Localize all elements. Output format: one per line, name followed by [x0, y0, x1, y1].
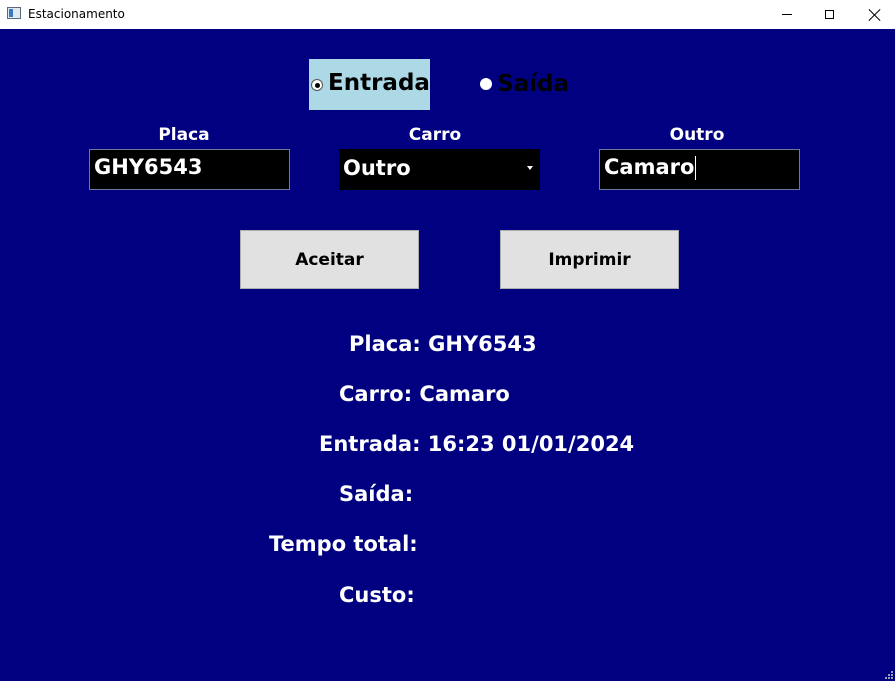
info-entrada: Entrada: 16:23 01/01/2024	[319, 432, 635, 456]
outro-label: Outro	[669, 125, 725, 145]
maximize-button[interactable]	[806, 0, 852, 29]
window-title: Estacionamento	[28, 7, 125, 21]
outro-input[interactable]: Camaro	[599, 149, 800, 190]
info-saida: Saída:	[339, 482, 414, 506]
aceitar-button[interactable]: Aceitar	[240, 230, 419, 289]
outro-input-value: Camaro	[604, 155, 695, 179]
radio-unchecked-icon	[480, 78, 492, 90]
close-icon	[869, 9, 881, 21]
radio-saida-label: Saída	[497, 71, 569, 97]
minimize-button[interactable]	[764, 0, 810, 29]
form-area: Entrada Saída Placa Carro Outro GHY6543 …	[0, 29, 895, 681]
placa-input-value: GHY6543	[94, 155, 203, 179]
maximize-icon	[824, 10, 834, 19]
radio-checked-icon	[311, 79, 323, 91]
close-button[interactable]	[852, 0, 895, 29]
imprimir-button[interactable]: Imprimir	[500, 230, 679, 289]
title-bar[interactable]: Estacionamento	[0, 0, 895, 29]
info-custo: Custo:	[339, 583, 415, 607]
radio-entrada[interactable]: Entrada	[309, 59, 430, 110]
radio-entrada-label: Entrada	[328, 70, 430, 96]
info-tempo-total: Tempo total:	[269, 532, 418, 556]
carro-label: Carro	[408, 125, 462, 145]
app-window-icon	[7, 7, 21, 19]
radio-saida[interactable]: Saída	[478, 71, 578, 107]
carro-select[interactable]: Outro	[339, 149, 540, 190]
info-carro: Carro: Camaro	[339, 382, 510, 406]
resize-grip-icon[interactable]	[885, 671, 893, 679]
app-window: Estacionamento Entrada Saída Placa Carro…	[0, 0, 895, 681]
text-caret	[695, 156, 697, 180]
placa-label: Placa	[158, 125, 210, 145]
placa-input[interactable]: GHY6543	[89, 149, 290, 190]
chevron-down-icon	[527, 166, 533, 170]
minimize-icon	[782, 14, 792, 15]
carro-select-value: Outro	[343, 156, 411, 180]
info-placa: Placa: GHY6543	[349, 332, 537, 356]
